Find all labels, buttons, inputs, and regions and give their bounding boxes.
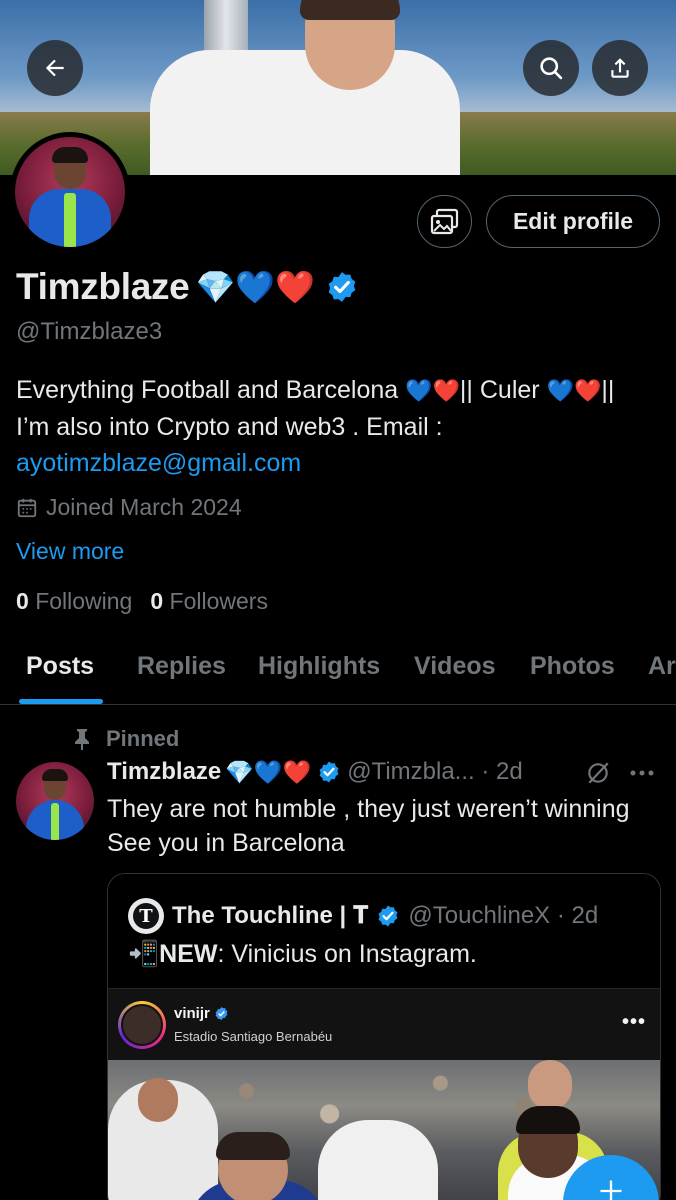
verified-badge-icon [319,761,339,783]
tab-replies[interactable]: Replies [137,652,226,681]
instagram-post-header: vinijr Estadio Santiago Bernabéu ••• [108,988,660,1060]
instagram-location: Estadio Santiago Bernabéu [174,1029,333,1044]
active-tab-indicator [19,699,103,704]
image-gallery-icon [430,208,458,234]
bio-email-link[interactable]: ayotimzblaze@gmail.com [16,445,666,481]
followers-link[interactable]: 0 Followers [150,588,268,615]
profile-tabs: Posts Replies Highlights Videos Photos A… [0,630,676,705]
tab-highlights[interactable]: Highlights [258,652,380,681]
share-button[interactable] [592,40,648,96]
instagram-more-icon: ••• [622,1011,647,1033]
tab-photos[interactable]: Photos [530,652,615,681]
pin-icon [75,729,89,750]
profile-bio: Everything Football and Barcelona 💙❤️|| … [16,372,666,481]
tweet-avatar[interactable] [16,762,94,840]
profile-handle: @Timzblaze3 [16,318,163,345]
tab-articles[interactable]: Ar [648,652,676,681]
display-name: Timzblaze [16,266,190,307]
verified-badge-icon[interactable] [325,270,359,304]
quote-header: T The Touchline | 𝐓 @TouchlineX · 2d [128,898,598,934]
tab-videos[interactable]: Videos [414,652,496,681]
instagram-username: vinijr [174,1005,229,1022]
joined-text: Joined March 2024 [46,494,242,520]
verified-badge-icon [379,905,398,927]
joined-date: Joined March 2024 [16,494,242,521]
quoted-tweet[interactable]: T The Touchline | 𝐓 @TouchlineX · 2d 📲NE… [107,873,661,1200]
tweet-header: Timzblaze 💎💙❤️ @Timzbla... · 2d [107,758,667,786]
following-link[interactable]: 0 Following [16,588,132,615]
follow-counts: 0 Following 0 Followers [16,588,268,615]
quote-text: 📲NEW: Vinicius on Instagram. [128,940,477,968]
tweet-text: They are not humble , they just weren’t … [107,792,667,860]
plus-icon [600,1180,622,1200]
tweet-author-emojis: 💎💙❤️ [225,758,312,785]
avatar-image [15,137,125,247]
profile-name-row: Timzblaze 💎💙❤️ [16,266,359,308]
banner-runner-hair [300,0,400,20]
pinned-text: Pinned [106,726,180,751]
media-button[interactable] [417,195,472,248]
back-button[interactable] [27,40,83,96]
arrow-left-icon [45,59,64,77]
quote-handle-time: @TouchlineX · 2d [408,902,599,929]
more-options-icon[interactable] [629,769,655,777]
banner-runner [150,50,460,175]
profile-avatar[interactable] [10,132,130,252]
bio-line-1: Everything Football and Barcelona 💙❤️|| … [16,376,615,404]
edit-profile-button[interactable]: Edit profile [486,195,660,248]
grok-icon[interactable] [585,760,611,786]
search-button[interactable] [523,40,579,96]
tweet-text-line-2: See you in Barcelona [107,829,345,857]
quote-author-name: The Touchline | 𝐓 [172,902,369,929]
tweet-handle-time: @Timzbla... · 2d [347,758,523,785]
tweet-header-icons [585,760,655,786]
verified-badge-icon [215,1006,228,1021]
tweet-text-line-1: They are not humble , they just weren’t … [107,795,630,823]
instagram-avatar [118,1001,166,1049]
view-more-link[interactable]: View more [16,538,124,565]
calendar-icon [17,498,37,517]
pinned-label: Pinned [72,726,179,752]
quote-avatar: T [128,898,164,934]
share-icon [611,58,629,78]
name-emojis: 💎💙❤️ [195,269,315,305]
tab-posts[interactable]: Posts [26,652,94,681]
bio-line-2: I’m also into Crypto and web3 . Email : [16,413,443,441]
search-icon [540,57,563,80]
tweet-author-name[interactable]: Timzblaze [107,758,221,786]
